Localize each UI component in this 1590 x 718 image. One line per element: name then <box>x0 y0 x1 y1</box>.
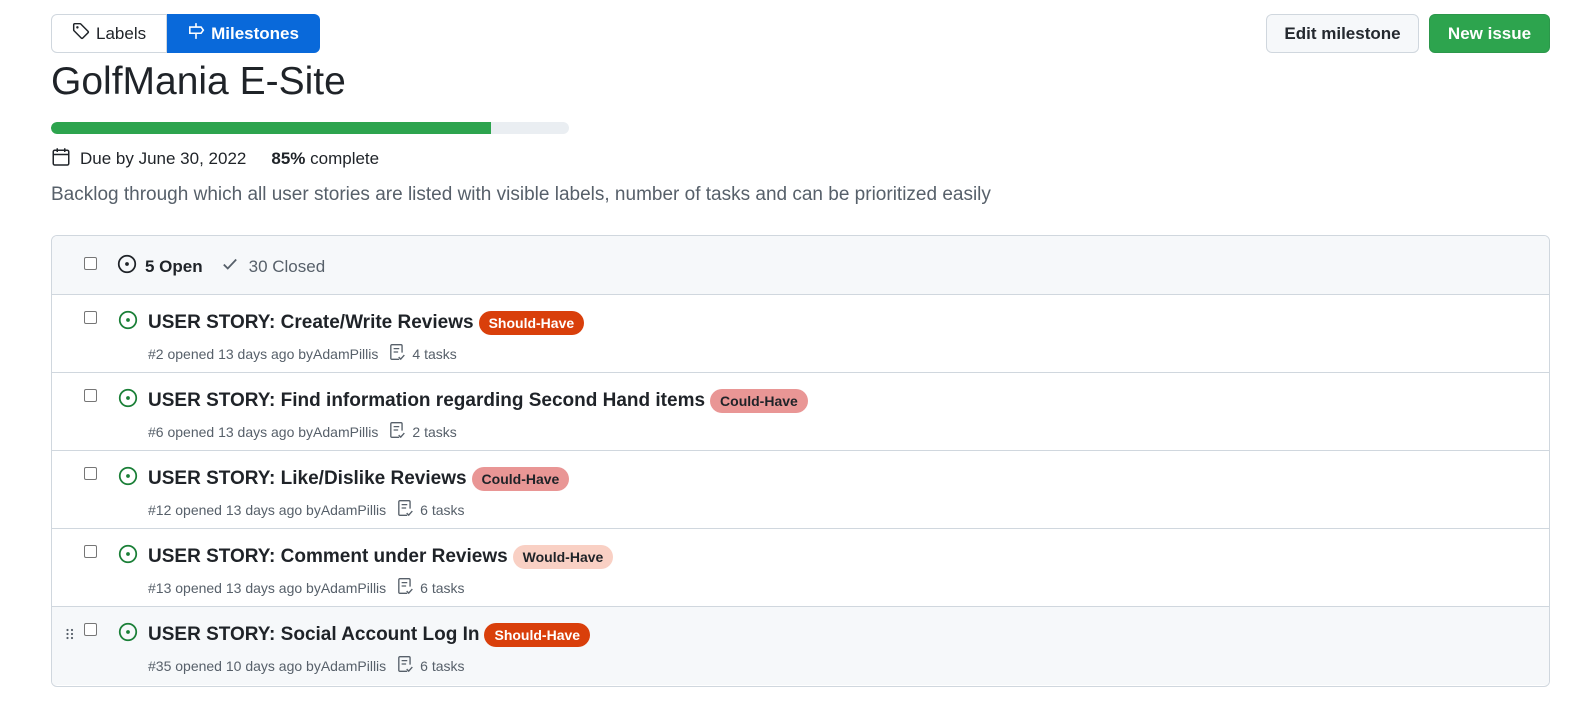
issue-row[interactable]: USER STORY: Social Account Log In Should… <box>52 607 1549 685</box>
tasklist-icon <box>388 343 412 364</box>
issues-list: 5 Open 30 Closed USER STORY: Create/Writ… <box>51 235 1550 687</box>
issue-tasks: 6 tasks <box>396 655 465 676</box>
issue-checkbox[interactable] <box>84 623 97 636</box>
issue-author-link[interactable]: AdamPillis <box>321 658 386 674</box>
calendar-icon <box>51 147 80 172</box>
edit-milestone-button[interactable]: Edit milestone <box>1266 14 1419 53</box>
tasks-count: 4 tasks <box>412 345 457 362</box>
closed-issues-filter[interactable]: 30 Closed <box>221 255 326 278</box>
issue-state-filters: 5 Open 30 Closed <box>117 254 325 279</box>
issue-row[interactable]: USER STORY: Like/Dislike Reviews Could-H… <box>52 451 1549 529</box>
issue-row[interactable]: USER STORY: Create/Write Reviews Should-… <box>52 295 1549 373</box>
issue-title: USER STORY: Find information regarding S… <box>148 390 706 411</box>
issues-list-header: 5 Open 30 Closed <box>52 236 1549 295</box>
tasks-count: 2 tasks <box>412 423 457 440</box>
issue-row[interactable]: USER STORY: Comment under Reviews Would-… <box>52 529 1549 607</box>
milestone-title: GolfMania E-Site <box>51 60 346 103</box>
issue-title: USER STORY: Like/Dislike Reviews <box>148 468 467 489</box>
tag-icon <box>72 22 96 45</box>
due-date: Due by June 30, 2022 <box>80 149 247 168</box>
issue-meta: #35 opened 10 days ago by AdamPillis 6 t… <box>148 655 465 676</box>
issue-label[interactable]: Would-Have <box>512 545 614 569</box>
issue-opened-icon <box>118 466 138 491</box>
tab-labels[interactable]: Labels <box>51 14 168 53</box>
tasklist-icon <box>396 655 420 676</box>
issue-author-link[interactable]: AdamPillis <box>313 424 378 440</box>
issue-author-link[interactable]: AdamPillis <box>321 580 386 596</box>
issue-author-link[interactable]: AdamPillis <box>313 346 378 362</box>
issue-number-opened: #2 opened 13 days ago by <box>148 345 314 362</box>
percent-value: 85% <box>271 149 306 168</box>
issue-checkbox[interactable] <box>84 311 97 324</box>
progress-bar-fill <box>51 122 492 134</box>
issue-opened-icon <box>117 254 145 279</box>
tasks-count: 6 tasks <box>420 579 465 596</box>
percent-complete: 85% complete <box>271 149 379 169</box>
issue-checkbox[interactable] <box>84 545 97 558</box>
issue-meta: #12 opened 13 days ago by AdamPillis 6 t… <box>148 499 465 520</box>
issue-opened-icon <box>118 310 138 335</box>
closed-count: 30 Closed <box>248 256 326 276</box>
issue-label[interactable]: Could-Have <box>471 467 570 491</box>
tab-milestones-text: Milestones <box>211 23 299 43</box>
issue-title: USER STORY: Create/Write Reviews <box>148 312 474 333</box>
milestone-icon <box>187 22 211 45</box>
issue-author-link[interactable]: AdamPillis <box>321 502 386 518</box>
tasks-count: 6 tasks <box>420 657 465 674</box>
milestone-meta: Due by June 30, 2022 85% complete <box>51 147 379 171</box>
issue-label[interactable]: Should-Have <box>478 311 585 335</box>
issue-title: USER STORY: Social Account Log In <box>148 624 480 645</box>
milestone-progress-bar <box>51 122 569 134</box>
labels-milestones-tabs: Labels Milestones <box>51 14 320 53</box>
issue-opened-icon <box>118 544 138 569</box>
issue-tasks: 6 tasks <box>396 577 465 598</box>
issue-tasks: 2 tasks <box>388 421 457 442</box>
issue-meta: #13 opened 13 days ago by AdamPillis 6 t… <box>148 577 465 598</box>
issue-meta: #2 opened 13 days ago by AdamPillis 4 ta… <box>148 343 457 364</box>
tasklist-icon <box>388 421 412 442</box>
milestone-description: Backlog through which all user stories a… <box>51 184 991 205</box>
tasklist-icon <box>396 499 420 520</box>
issue-number-opened: #12 opened 13 days ago by <box>148 501 321 518</box>
select-all-checkbox[interactable] <box>84 257 97 270</box>
issue-checkbox[interactable] <box>84 389 97 402</box>
tab-labels-text: Labels <box>96 23 147 43</box>
issue-number-opened: #35 opened 10 days ago by <box>148 657 321 674</box>
tasks-count: 6 tasks <box>420 501 465 518</box>
issue-row[interactable]: USER STORY: Find information regarding S… <box>52 373 1549 451</box>
new-issue-button[interactable]: New issue <box>1429 14 1550 53</box>
issue-title-link[interactable]: USER STORY: Comment under Reviews Would-… <box>148 545 614 569</box>
issue-title-link[interactable]: USER STORY: Social Account Log In Should… <box>148 623 591 647</box>
issue-opened-icon <box>118 622 138 647</box>
issue-title-link[interactable]: USER STORY: Like/Dislike Reviews Could-H… <box>148 467 570 491</box>
issue-title-link[interactable]: USER STORY: Find information regarding S… <box>148 389 808 413</box>
issue-tasks: 4 tasks <box>388 343 457 364</box>
issue-meta: #6 opened 13 days ago by AdamPillis 2 ta… <box>148 421 457 442</box>
check-icon <box>221 255 249 278</box>
tasklist-icon <box>396 577 420 598</box>
open-issues-filter[interactable]: 5 Open <box>117 254 203 279</box>
issue-label[interactable]: Should-Have <box>484 623 591 647</box>
issue-checkbox[interactable] <box>84 467 97 480</box>
issue-title: USER STORY: Comment under Reviews <box>148 546 508 567</box>
issue-tasks: 6 tasks <box>396 499 465 520</box>
percent-complete-label: complete <box>310 149 380 168</box>
issue-label[interactable]: Could-Have <box>710 389 808 413</box>
issue-title-link[interactable]: USER STORY: Create/Write Reviews Should-… <box>148 311 585 335</box>
issue-number-opened: #13 opened 13 days ago by <box>148 579 321 596</box>
open-count: 5 Open <box>145 256 203 276</box>
issue-opened-icon <box>118 388 138 413</box>
issue-number-opened: #6 opened 13 days ago by <box>148 423 314 440</box>
tab-milestones[interactable]: Milestones <box>167 14 320 53</box>
grabber-icon[interactable] <box>65 627 75 646</box>
